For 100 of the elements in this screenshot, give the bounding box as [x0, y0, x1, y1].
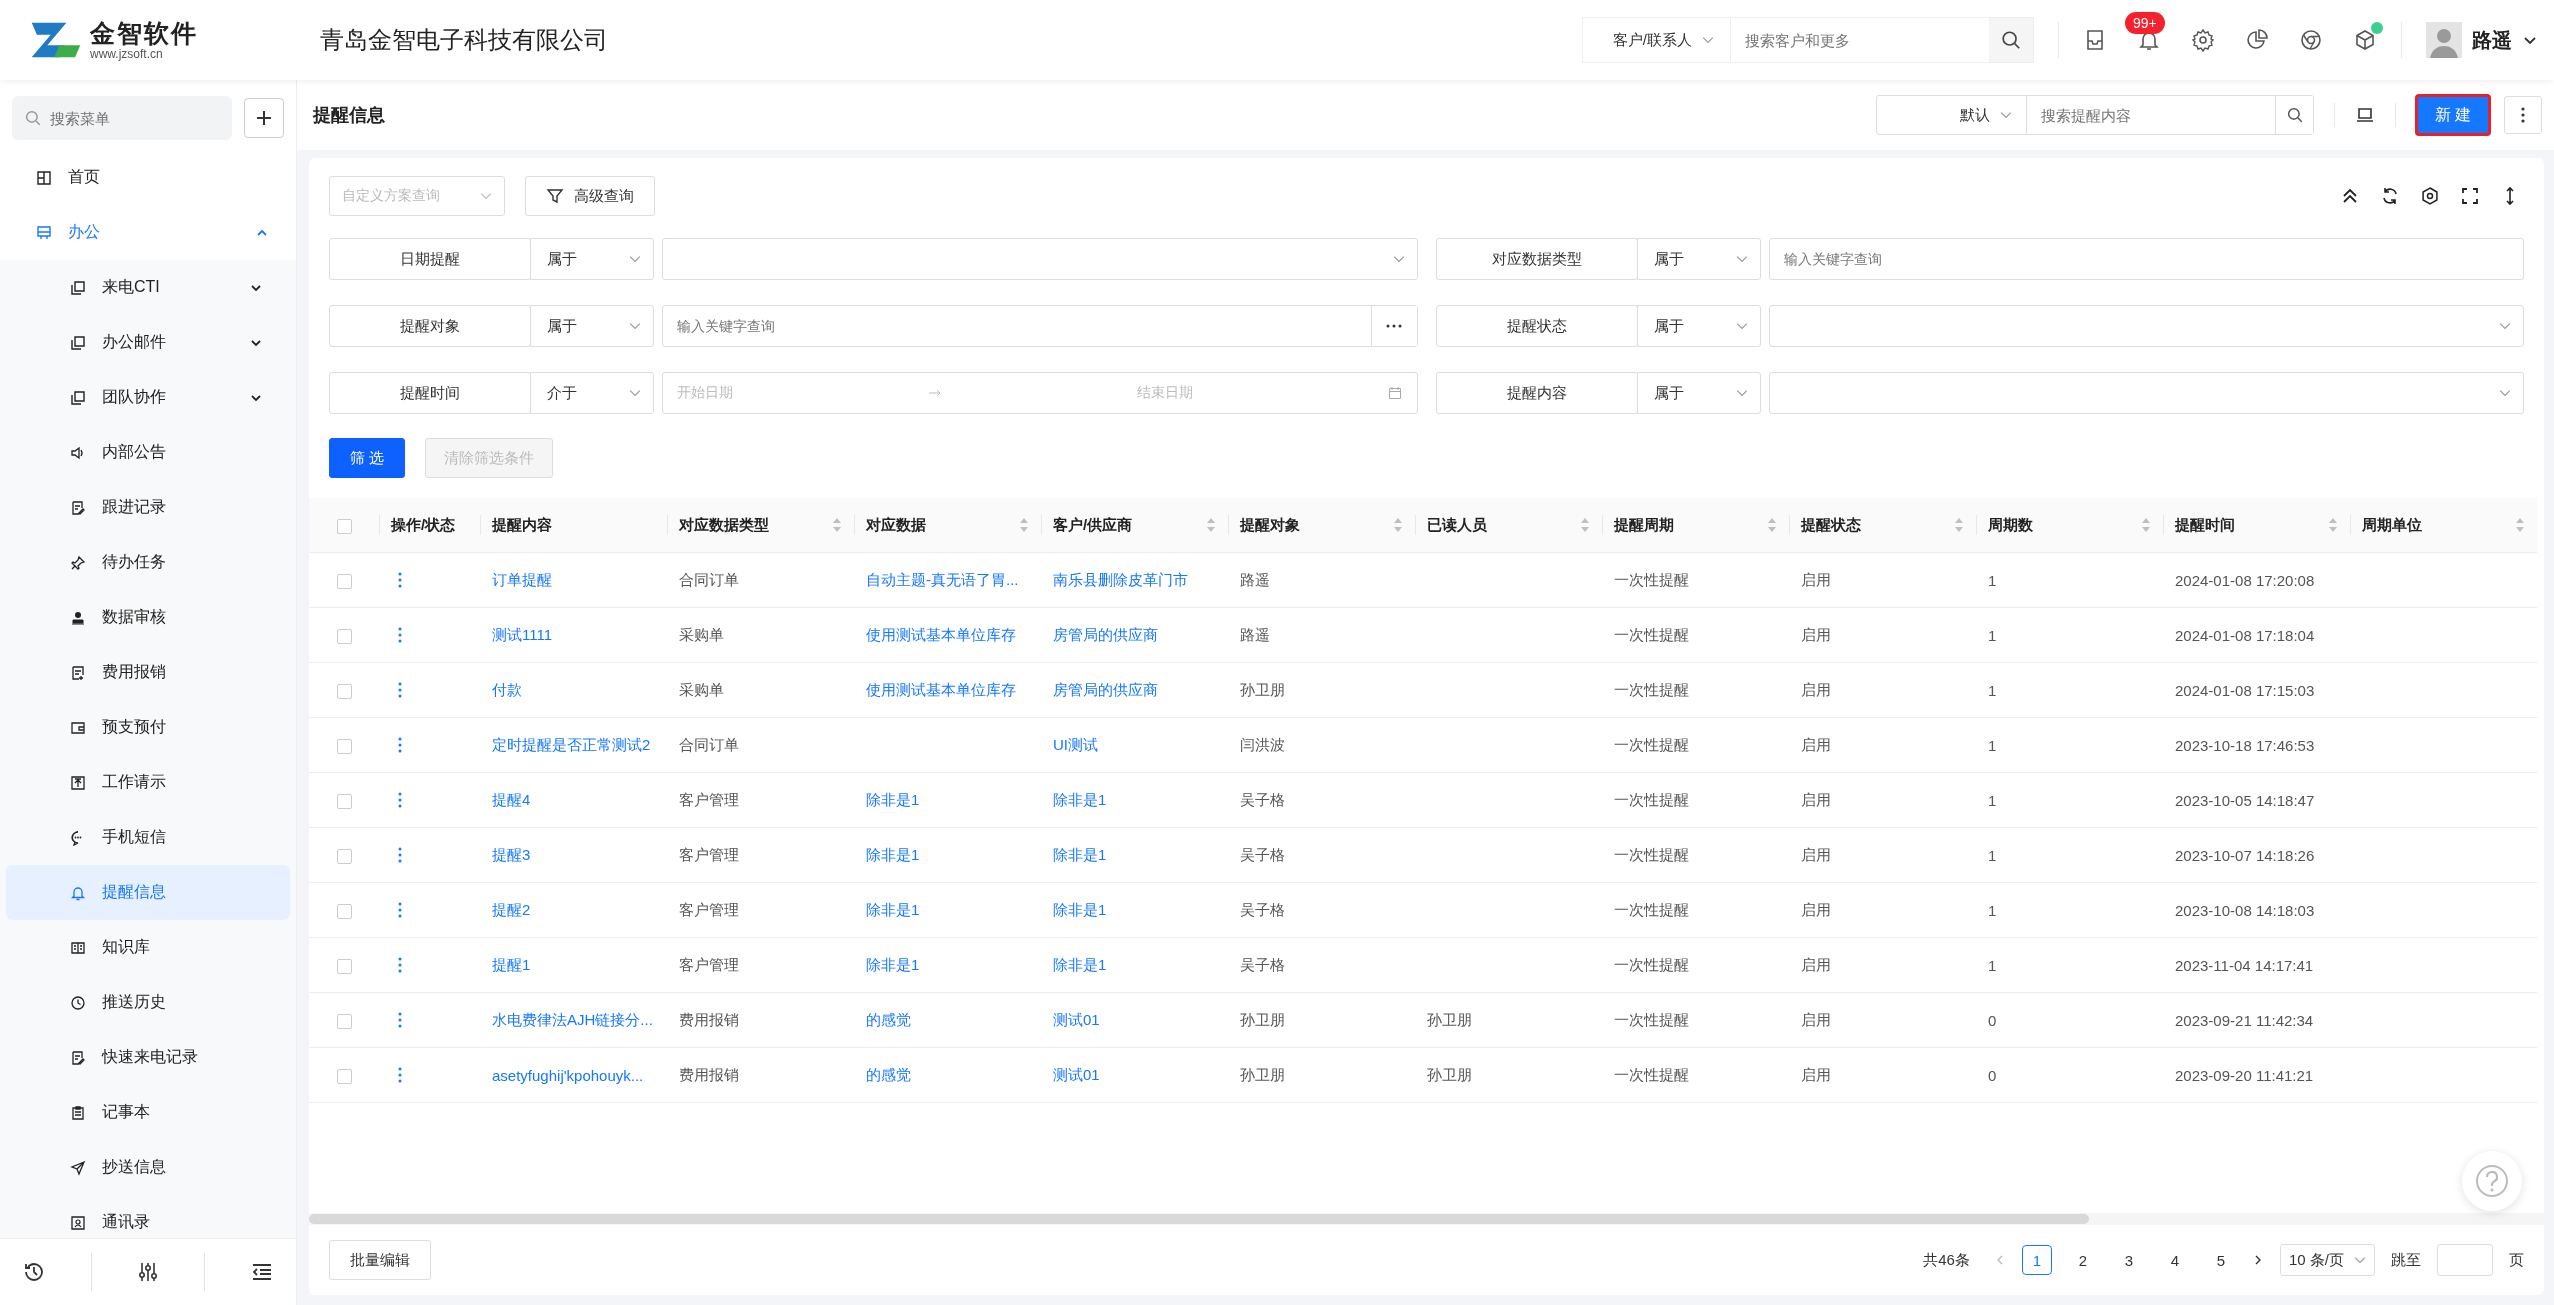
row-checkbox[interactable]: [336, 1013, 352, 1029]
table-link[interactable]: 除非是1: [866, 845, 920, 863]
menu-item[interactable]: 知识库: [6, 920, 290, 975]
column-header[interactable]: 已读人员: [1427, 515, 1487, 535]
sort-icon[interactable]: [1393, 517, 1403, 533]
sort-icon[interactable]: [832, 517, 842, 533]
table-link[interactable]: 提醒2: [492, 900, 531, 918]
table-link[interactable]: 使用测试基本单位库存: [866, 680, 1016, 698]
row-checkbox[interactable]: [336, 738, 352, 754]
menu-item[interactable]: 跟进记录: [6, 480, 290, 535]
select-all-checkbox[interactable]: [336, 518, 352, 534]
table-link[interactable]: 除非是1: [866, 790, 920, 808]
table-link[interactable]: 水电费律法AJH链接分...: [492, 1010, 653, 1028]
table-link[interactable]: 除非是1: [1053, 955, 1107, 973]
column-header[interactable]: 客户/供应商: [1053, 515, 1133, 535]
table-link[interactable]: 提醒3: [492, 845, 531, 863]
value-select[interactable]: [662, 238, 1418, 280]
menu-item[interactable]: 提醒信息: [6, 865, 290, 920]
operator-select[interactable]: 属于: [1636, 372, 1761, 414]
settings-icon[interactable]: [2191, 28, 2215, 52]
menu-item[interactable]: 抄送信息: [6, 1140, 290, 1195]
help-button[interactable]: [2462, 1151, 2522, 1211]
menu-item[interactable]: 首页: [0, 150, 296, 205]
operator-select[interactable]: 介于: [530, 372, 654, 414]
more-icon[interactable]: [397, 1011, 403, 1029]
more-icon[interactable]: [397, 626, 403, 644]
scrollbar-thumb[interactable]: [309, 1214, 2089, 1224]
value-select[interactable]: [1768, 305, 2524, 347]
sort-icon[interactable]: [1019, 517, 1029, 533]
table-link[interactable]: 提醒4: [492, 790, 531, 808]
table-link[interactable]: 除非是1: [866, 900, 920, 918]
menu-item[interactable]: 工作请示: [6, 755, 290, 810]
more-icon[interactable]: [397, 791, 403, 809]
column-header[interactable]: 提醒内容: [492, 515, 552, 535]
column-header[interactable]: 周期单位: [2362, 515, 2422, 535]
table-link[interactable]: asetyfughij'kpohouyk...: [492, 1066, 644, 1084]
more-button[interactable]: [2504, 96, 2542, 134]
menu-item[interactable]: 记事本: [6, 1085, 290, 1140]
table-link[interactable]: 付款: [492, 680, 522, 698]
search-icon[interactable]: [2000, 29, 2022, 51]
more-icon[interactable]: [397, 736, 403, 754]
user-name[interactable]: 路遥: [2472, 26, 2512, 54]
browser-icon[interactable]: [2299, 28, 2323, 52]
search-bar[interactable]: 默认 搜索提醒内容: [1876, 95, 2314, 135]
sort-icon[interactable]: [1767, 517, 1777, 533]
column-header[interactable]: 对应数据: [866, 515, 926, 535]
menu-item[interactable]: 手机短信: [6, 810, 290, 865]
pie-chart-icon[interactable]: [2245, 28, 2269, 52]
page-size-select[interactable]: 10 条/页: [2279, 1244, 2375, 1276]
row-checkbox[interactable]: [336, 573, 352, 589]
sort-icon[interactable]: [2515, 517, 2525, 533]
row-checkbox[interactable]: [336, 683, 352, 699]
table-link[interactable]: 测试01: [1053, 1010, 1100, 1028]
table-link[interactable]: 房管局的供应商: [1053, 680, 1158, 698]
more-icon[interactable]: [397, 1066, 403, 1084]
menu-item[interactable]: 推送历史: [6, 975, 290, 1030]
sort-icon[interactable]: [1954, 517, 1964, 533]
menu-item[interactable]: 团队协作: [6, 370, 290, 425]
new-button[interactable]: 新 建: [2416, 95, 2490, 135]
menu-item[interactable]: 预支预付: [6, 700, 290, 755]
more-icon[interactable]: [397, 571, 403, 589]
batch-edit-button[interactable]: 批量编辑: [329, 1240, 431, 1280]
laptop-icon[interactable]: [2355, 105, 2375, 125]
column-header[interactable]: 周期数: [1988, 515, 2033, 535]
menu-item[interactable]: 内部公告: [6, 425, 290, 480]
menu-item[interactable]: 通讯录: [6, 1195, 290, 1238]
table-link[interactable]: 定时提醒是否正常测试2: [492, 735, 651, 753]
operator-select[interactable]: 属于: [530, 305, 654, 347]
table-link[interactable]: 除非是1: [866, 955, 920, 973]
more-icon[interactable]: [397, 681, 403, 699]
table-link[interactable]: 订单提醒: [492, 570, 552, 588]
column-header[interactable]: 提醒周期: [1614, 515, 1674, 535]
table-link[interactable]: 除非是1: [1053, 845, 1107, 863]
more-icon[interactable]: [397, 846, 403, 864]
refresh-icon[interactable]: [2380, 186, 2400, 206]
table-link[interactable]: 测试1111: [492, 625, 553, 643]
menu-item[interactable]: 待办任务: [6, 535, 290, 590]
value-select[interactable]: [1768, 372, 2524, 414]
more-icon[interactable]: [397, 956, 403, 974]
table-link[interactable]: 的感觉: [866, 1065, 911, 1083]
page-button[interactable]: 1: [2021, 1245, 2052, 1275]
operator-select[interactable]: 属于: [1636, 238, 1761, 280]
add-button[interactable]: [244, 98, 284, 138]
table-link[interactable]: 使用测试基本单位库存: [866, 625, 1016, 643]
lookup-button[interactable]: [1370, 306, 1417, 346]
menu-item[interactable]: 来电CTI: [6, 260, 290, 315]
sort-icon[interactable]: [2328, 517, 2338, 533]
table-link[interactable]: 除非是1: [1053, 900, 1107, 918]
menu-search-field[interactable]: 搜索菜单: [12, 96, 232, 140]
table-link[interactable]: 测试01: [1053, 1065, 1100, 1083]
settings-icon[interactable]: [2420, 186, 2440, 206]
row-checkbox[interactable]: [336, 1068, 352, 1084]
table-link[interactable]: 的感觉: [866, 1010, 911, 1028]
table-link[interactable]: 房管局的供应商: [1053, 625, 1158, 643]
avatar-icon[interactable]: [2426, 22, 2462, 58]
table-link[interactable]: 提醒1: [492, 955, 531, 973]
table-link[interactable]: 自动主题-真无语了胃...: [866, 570, 1019, 588]
sort-icon[interactable]: [1580, 517, 1590, 533]
menu-item[interactable]: 快速来电记录: [6, 1030, 290, 1085]
table-link[interactable]: UI测试: [1053, 735, 1098, 753]
